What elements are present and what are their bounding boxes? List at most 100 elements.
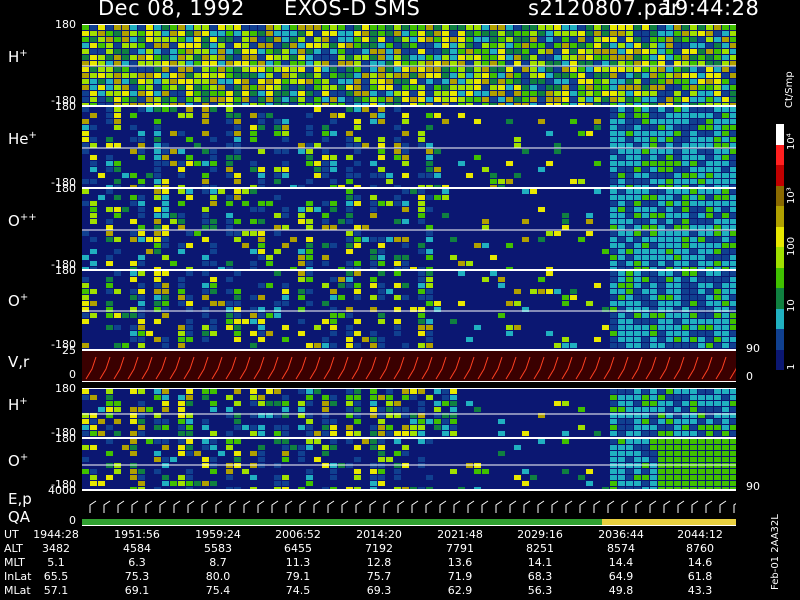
spectrogram-cell (690, 419, 697, 424)
spectrogram-cell (314, 79, 321, 84)
spectrogram-cell (418, 49, 425, 54)
spectrogram-cell (674, 49, 681, 54)
spectrogram-cell (234, 337, 241, 342)
spectrogram-cell (610, 173, 617, 178)
spectrogram-cell (698, 271, 705, 276)
header-date: Dec 08, 1992 (98, 0, 245, 20)
spectrogram-cell (722, 67, 729, 72)
spectrogram-cell (698, 119, 705, 124)
spectrogram-cell (370, 67, 377, 72)
spectrogram-cell (298, 85, 305, 90)
spectrogram-cell (402, 31, 409, 36)
spectrogram-cell (690, 469, 697, 474)
spectrogram-cell (730, 25, 736, 30)
spectrogram-cell (642, 167, 649, 172)
spectrogram-cell (394, 431, 401, 436)
spectrogram-cell (106, 395, 113, 400)
energy-trace (271, 500, 279, 513)
spectrogram-cell (154, 277, 161, 282)
spectrogram-cell (106, 207, 113, 212)
spectrogram-cell (658, 73, 665, 78)
spectrogram-cell (602, 55, 609, 60)
spectrogram-cell (370, 425, 377, 430)
spectrogram-cell (186, 481, 193, 486)
spectrogram-cell (626, 469, 633, 474)
spectrogram-cell (658, 277, 665, 282)
spectrogram-cell (250, 131, 257, 136)
spectrogram-cell (626, 213, 633, 218)
spectrogram-cell (586, 97, 593, 102)
spectrogram-cell (426, 319, 433, 324)
spectrogram-cell (202, 119, 209, 124)
spectrogram-cell (434, 25, 441, 30)
spectrogram-cell (210, 73, 217, 78)
spectrogram-cell (354, 143, 361, 148)
spectrogram-cell (378, 25, 385, 30)
spectrogram-cell (234, 85, 241, 90)
spectrogram-cell (658, 283, 665, 288)
spectrogram-cell (554, 43, 561, 48)
velocity-trace (407, 356, 419, 380)
spectrogram-cell (378, 155, 385, 160)
energy-trace (313, 500, 321, 513)
spectrogram-cell (306, 419, 313, 424)
spectrogram-cell (730, 37, 736, 42)
spectrogram-cell (330, 37, 337, 42)
spectrogram-cell (202, 261, 209, 266)
spectrogram-cell (730, 237, 736, 242)
spectrogram-cell (202, 173, 209, 178)
spectrogram-cell (258, 325, 265, 330)
spectrogram-cell (394, 61, 401, 66)
spectrogram-cell (706, 301, 713, 306)
spectrogram-cell (522, 25, 529, 30)
spectrogram-cell (266, 25, 273, 30)
spectrogram-cell (314, 91, 321, 96)
spectrogram-cell (610, 343, 617, 348)
spectrogram-cell (722, 401, 729, 406)
energy-trace (355, 500, 363, 513)
spectrogram-cell (314, 325, 321, 330)
spectrogram-cell (258, 61, 265, 66)
spectrogram-cell (234, 425, 241, 430)
spectrogram-cell (114, 401, 121, 406)
spectrogram-cell (642, 237, 649, 242)
spectrogram-cell (442, 189, 449, 194)
spectrogram-cell (634, 107, 641, 112)
spectrogram-cell (722, 61, 729, 66)
spectrogram-cell (106, 67, 113, 72)
spectrogram-cell (402, 219, 409, 224)
spectrogram-cell (138, 289, 145, 294)
spectrogram-cell (114, 107, 121, 112)
spectrogram-cell (642, 255, 649, 260)
spectrogram-cell (354, 389, 361, 394)
spectrogram-cell (162, 283, 169, 288)
spectrogram-cell (162, 85, 169, 90)
spectrogram-cell (522, 73, 529, 78)
spectrogram-cell (538, 43, 545, 48)
spectrogram-cell (714, 407, 721, 412)
panel-texture (82, 25, 736, 105)
spectrogram-cell (306, 343, 313, 348)
spectrogram-cell (730, 249, 736, 254)
spectrogram-cell (714, 271, 721, 276)
spectrogram-cell (298, 213, 305, 218)
spectrogram-cell (370, 389, 377, 394)
spectrogram-cell (458, 79, 465, 84)
spectrogram-cell (162, 179, 169, 184)
spectrogram-cell (642, 25, 649, 30)
spectrogram-cell (154, 451, 161, 456)
spectrogram-cell (322, 225, 329, 230)
spectrogram-cell (306, 67, 313, 72)
energy-trace (103, 500, 111, 513)
spectrogram-cell (674, 451, 681, 456)
spectrogram-cell (98, 49, 105, 54)
orbit-cell: 7791 (446, 542, 474, 555)
spectrogram-cell (482, 97, 489, 102)
spectrogram-cell (178, 295, 185, 300)
panel-label-sup: + (19, 396, 28, 407)
spectrogram-cell (626, 337, 633, 342)
spectrogram-cell (154, 271, 161, 276)
spectrogram-cell (82, 343, 89, 348)
spectrogram-cell (682, 149, 689, 154)
spectrogram-cell (730, 337, 736, 342)
